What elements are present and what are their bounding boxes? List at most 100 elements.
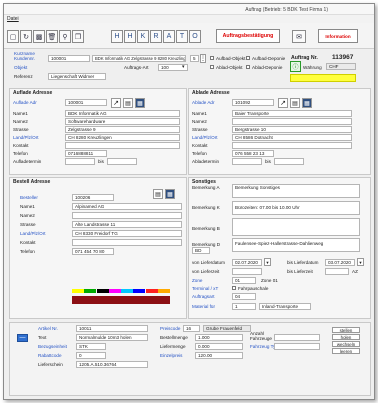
von-lieferdatum-field[interactable]: 02.07.2020 (232, 259, 262, 266)
ablade-ort-label[interactable]: Land/Plz/Ort (192, 135, 218, 140)
auftragsart-label[interactable]: Auftragsart (192, 294, 214, 299)
liefermenge-field[interactable]: 0.000 (195, 343, 243, 350)
ablade-kontakt-field[interactable] (232, 142, 352, 149)
gruppe-field[interactable]: Grube Frauenfeld (203, 325, 251, 332)
mail-icon[interactable]: ✉ (292, 30, 306, 43)
bemerkung-a-field[interactable]: Bemerkung Sonstiges (232, 184, 360, 198)
besteller-name1-field[interactable]: Alpinamed AG (72, 203, 182, 210)
artikel-label[interactable]: Artikel Nr. (38, 326, 58, 331)
refresh-icon[interactable]: ↻ (20, 30, 32, 43)
objekt-label[interactable]: Objekt (14, 65, 27, 70)
color-swatch[interactable] (72, 289, 84, 293)
information-button[interactable]: Information (318, 29, 358, 43)
bezugseinheit-label[interactable]: Bezugseinheit (38, 344, 67, 349)
terminal-checkbox[interactable] (232, 286, 236, 290)
letter-a-button[interactable]: A (163, 30, 175, 43)
zone-label[interactable]: Zone (192, 278, 202, 283)
einzelpreis-field[interactable]: 120.00 (195, 352, 243, 359)
auftragsart-code-field[interactable]: 04 (232, 293, 256, 300)
search-icon[interactable]: ⚲ (59, 30, 71, 43)
auflade-kontakt-field[interactable] (65, 142, 180, 149)
bis-lieferdatum-field[interactable]: 03.07.2020 (325, 259, 355, 266)
besteller-name2-field[interactable] (72, 212, 182, 219)
auftragsbestaetigung-button[interactable]: Auftragsbestätigung (216, 29, 280, 43)
ablade-termin-from-field[interactable] (232, 158, 262, 165)
address-save-icon[interactable]: ▦ (135, 98, 145, 108)
von-lieferzeit-field[interactable] (232, 268, 262, 275)
bemerkung-d-field[interactable]: Faulensee-Spiez-Hallerstrasse-Dahlienweg (232, 238, 360, 252)
chevron-down-icon[interactable]: ▾ (182, 64, 185, 70)
besteller-ort-label[interactable]: Land/Plz/Ort (20, 231, 46, 236)
holen-button[interactable]: holen (332, 334, 360, 340)
auflade-ort-field[interactable]: CH 8280 Kreuzlingen (65, 134, 180, 141)
delete-icon[interactable]: 🗑 (46, 30, 58, 43)
auflade-adr-label[interactable]: Auflade Adr (13, 100, 37, 105)
rabattcode-label[interactable]: Rabattcode (38, 353, 62, 358)
rabattcode-field[interactable]: 0 (76, 352, 106, 359)
address-save-icon[interactable]: ▦ (165, 189, 175, 199)
text-field[interactable]: Normalmulde 10m3 holen (76, 334, 148, 341)
bemerkung-d-code[interactable]: BD (192, 247, 210, 254)
ablade-telefon-field[interactable]: 076 558 23 13 (232, 150, 274, 157)
letter-h1-button[interactable]: H (111, 30, 123, 43)
besteller-ort-field[interactable]: CH 8330 Freidorf TG (72, 230, 182, 237)
bemerkung-k-field[interactable]: Bürozeiten: 07.00 bis 10.00 Uhr (232, 201, 360, 215)
besteller-telefon-field[interactable]: 071 454 70 80 (72, 248, 114, 255)
save-icon[interactable]: ▩ (33, 30, 45, 43)
kunde-address-field[interactable]: BDK Informatik AG Zelgstrasse 9 8280 Kre… (92, 55, 186, 62)
besteller-kontakt-field[interactable] (72, 239, 182, 246)
material-text-field[interactable]: Inland-Transporte (259, 303, 311, 310)
aufbad-deponie-checkbox[interactable] (246, 56, 250, 60)
auflade-strasse-field[interactable]: Zelgstrasse 9 (65, 126, 180, 133)
letter-o-button[interactable]: O (189, 30, 201, 43)
page-icon[interactable]: ▢ (7, 30, 19, 43)
letter-t-button[interactable]: T (176, 30, 188, 43)
ablade-name2-field[interactable] (232, 118, 352, 125)
address-list-icon[interactable]: ▤ (290, 98, 300, 108)
ablad-deponie-checkbox[interactable] (246, 65, 250, 69)
menu-datei[interactable]: Datei (7, 16, 19, 22)
color-swatch[interactable] (133, 289, 146, 293)
kundennr-label[interactable]: Kundennr. (14, 56, 35, 61)
bestellmenge-field[interactable]: 1.000 (195, 334, 243, 341)
selected-color-bar[interactable] (72, 296, 170, 304)
wechseln-button[interactable]: wechseln (332, 341, 360, 347)
auflade-termin-from-field[interactable] (65, 158, 95, 165)
ablade-adr-label[interactable]: Ablade Adr (192, 100, 214, 105)
zone-code-field[interactable]: 01 (232, 277, 256, 284)
calendar-icon[interactable]: ▼ (357, 258, 364, 266)
auflade-ort-label[interactable]: Land/Plz/Ort (13, 135, 39, 140)
betrieb-lookup-icon[interactable]: ⋮ (200, 54, 206, 63)
auflade-termin-to-field[interactable] (107, 158, 137, 165)
address-save-icon[interactable]: ▦ (302, 98, 312, 108)
fahrzeugtyp-field[interactable] (274, 343, 320, 350)
besteller-strasse-field[interactable]: Alte Landstrasse 11 (72, 221, 182, 228)
ablad-objekt-checkbox[interactable] (210, 65, 214, 69)
auflade-name2-field[interactable]: Softwarehardware (65, 118, 180, 125)
currency-info-icon[interactable]: ⓘ (290, 61, 301, 72)
ablade-termin-to-field[interactable] (274, 158, 304, 165)
material-label[interactable]: Material für (192, 304, 215, 309)
calendar-icon[interactable]: ▼ (264, 258, 271, 266)
auflade-adr-field[interactable]: 100001 (65, 99, 107, 106)
betrieb-field[interactable]: 5 (190, 55, 199, 62)
referenz-field[interactable]: Liegenschaft Widmer (48, 73, 106, 80)
material-code-field[interactable]: 1 (232, 303, 256, 310)
copy-icon[interactable]: ❐ (72, 30, 84, 43)
waehrung-field[interactable]: CHF (326, 63, 356, 70)
address-list-icon[interactable]: ▤ (153, 189, 163, 199)
besteller-field[interactable]: 100206 (72, 194, 114, 201)
kundennr-field[interactable]: 100001 (48, 55, 90, 62)
letter-r-button[interactable]: R (150, 30, 162, 43)
color-swatch[interactable] (121, 289, 133, 293)
anzahl-fahrzeuge-field[interactable] (274, 334, 320, 341)
preiscode-field[interactable]: 16 (183, 325, 200, 332)
auflade-name1-field[interactable]: BDK Informatik AG (65, 110, 180, 117)
preiscode-label[interactable]: Preiscode (160, 326, 180, 331)
color-swatch[interactable] (96, 289, 109, 293)
lieferschein-field[interactable]: 1205.A.510.36764 (76, 361, 148, 368)
artikel-field[interactable]: 10011 (76, 325, 148, 332)
color-swatch[interactable] (145, 289, 158, 293)
besteller-label[interactable]: Besteller (20, 195, 38, 200)
terminal-label[interactable]: Terminal / xT (192, 286, 218, 291)
